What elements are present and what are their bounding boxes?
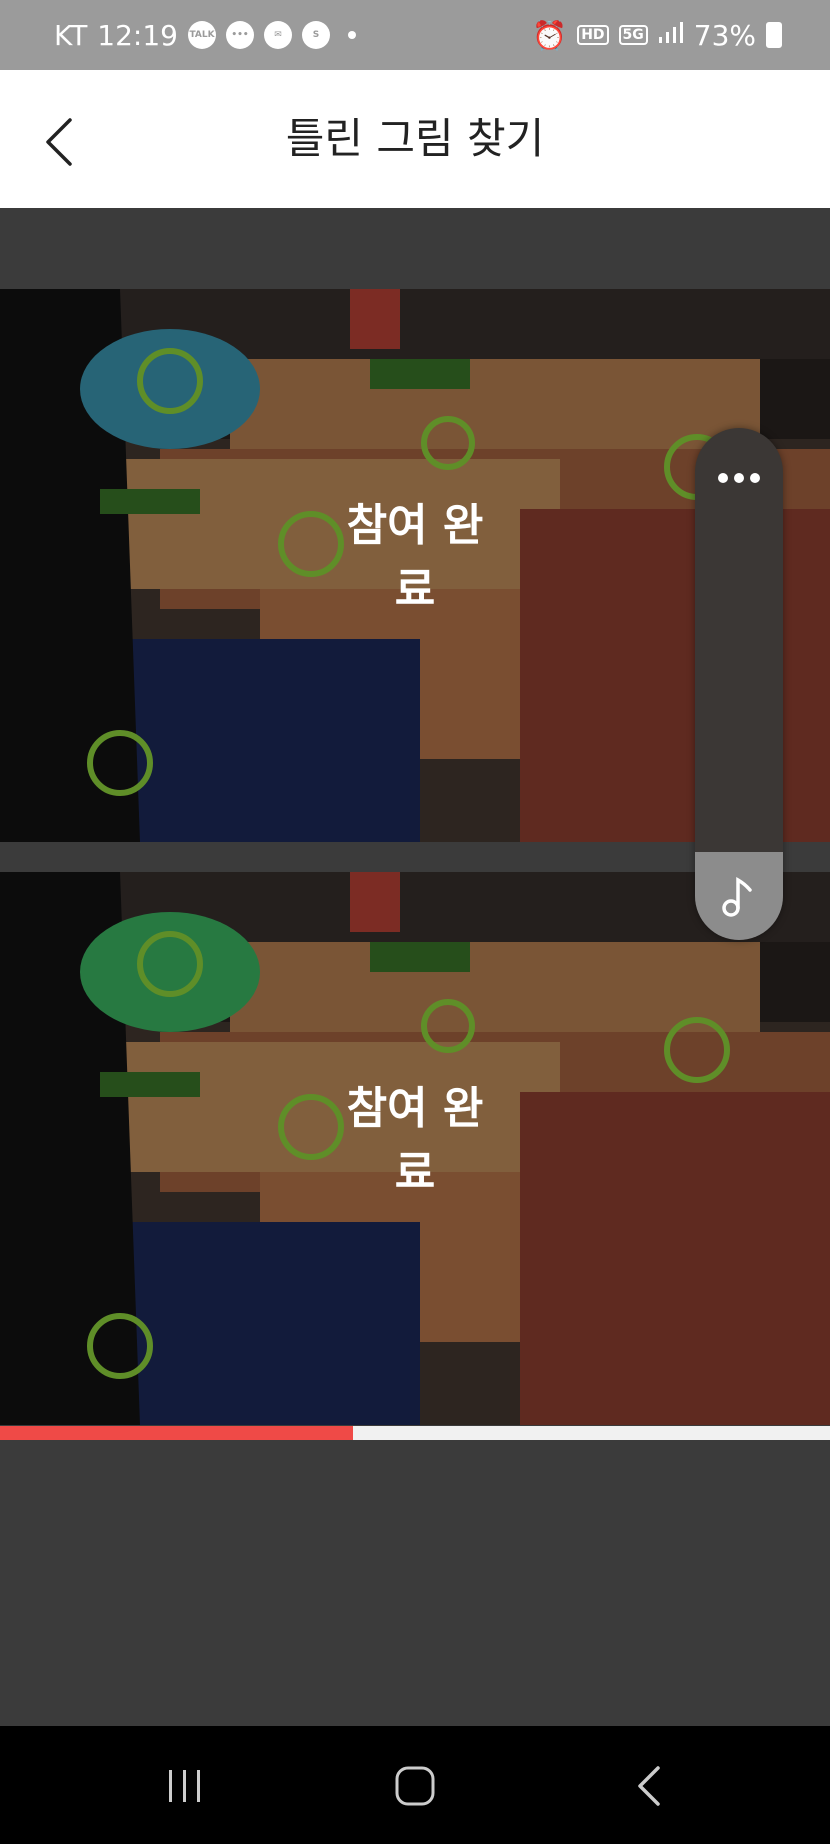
music-note-icon bbox=[722, 876, 752, 917]
more-options-button[interactable] bbox=[695, 448, 783, 508]
carrier-label: KT bbox=[54, 18, 88, 52]
floating-control-panel[interactable] bbox=[695, 428, 783, 940]
participation-complete-label: 참여 완료 bbox=[346, 1083, 484, 1198]
progress-fill bbox=[0, 1426, 353, 1440]
alarm-icon: ⏰ bbox=[532, 18, 568, 52]
recents-button[interactable] bbox=[155, 1756, 215, 1816]
page-title: 틀린 그림 찾기 bbox=[285, 114, 545, 163]
network-5g-icon: 5G bbox=[618, 25, 648, 45]
message-icon: ✉ bbox=[264, 21, 292, 49]
battery-icon bbox=[766, 22, 782, 48]
status-bar: KT 12:19 TALK ••• ✉ S ⏰ HD 5G 73% bbox=[0, 0, 830, 70]
chat-icon: ••• bbox=[226, 21, 254, 49]
home-icon bbox=[395, 1766, 435, 1806]
more-dots-icon bbox=[718, 473, 728, 483]
found-marker bbox=[137, 931, 203, 997]
found-marker bbox=[87, 1313, 153, 1379]
found-marker bbox=[421, 416, 475, 470]
found-marker bbox=[87, 730, 153, 796]
system-nav-bar bbox=[0, 1726, 830, 1844]
time-label: 12:19 bbox=[97, 18, 178, 52]
found-marker bbox=[664, 1017, 730, 1083]
signal-icon bbox=[658, 19, 684, 52]
nav-back-button[interactable] bbox=[620, 1756, 680, 1816]
modified-photo[interactable]: 참여 완료 bbox=[0, 872, 830, 1425]
battery-percent: 73% bbox=[693, 18, 756, 52]
back-icon bbox=[638, 1766, 660, 1806]
home-button[interactable] bbox=[385, 1756, 445, 1816]
supersol-icon: S bbox=[302, 21, 330, 49]
recents-icon bbox=[169, 1770, 200, 1802]
talk-icon: TALK bbox=[188, 21, 216, 49]
app-header: 틀린 그림 찾기 bbox=[0, 70, 830, 208]
found-marker bbox=[137, 348, 203, 414]
more-notifications-icon bbox=[348, 31, 356, 39]
music-button[interactable] bbox=[695, 852, 783, 940]
hd-icon: HD bbox=[577, 25, 609, 45]
participation-complete-label: 참여 완료 bbox=[346, 500, 484, 615]
found-marker bbox=[421, 999, 475, 1053]
progress-bar bbox=[0, 1426, 830, 1440]
